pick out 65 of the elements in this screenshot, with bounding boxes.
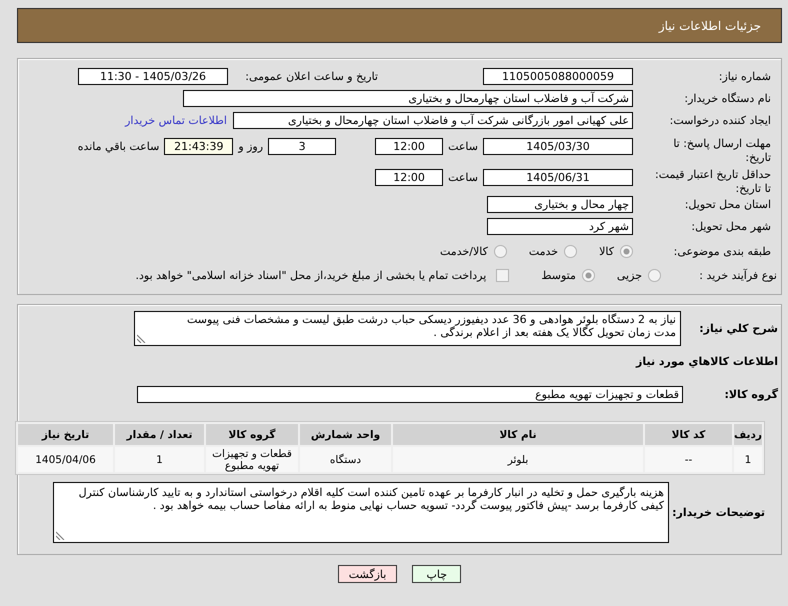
- radio-label: متوسط: [541, 269, 576, 282]
- field-label: گروه كالا:: [723, 388, 778, 401]
- back-button[interactable]: بازگشت: [338, 565, 398, 583]
- field-label: مهلت ارسال پاسخ: تا تاریخ:: [672, 137, 771, 165]
- buyer-contact-link[interactable]: اطلاعات تماس خریدار: [125, 114, 227, 127]
- days-field[interactable]: 3: [268, 138, 336, 155]
- date-field[interactable]: 1405/03/30: [483, 138, 633, 155]
- table-cell: بلوئر: [393, 447, 643, 472]
- buyer-org-field[interactable]: شرکت آب و فاضلاب استان چهارمحال و بختیاری: [183, 90, 633, 107]
- column-header: کد کالا: [645, 424, 732, 445]
- field-label: روز و: [238, 139, 264, 155]
- page-title: جزئیات اطلاعات نیاز: [658, 18, 761, 32]
- field-label: نام دستگاه خریدار:: [683, 91, 771, 106]
- column-header: واحد شمارش: [300, 424, 391, 445]
- radio-label: خدمت: [528, 245, 558, 258]
- table-cell: 1405/04/06: [18, 447, 113, 472]
- resize-grip-icon[interactable]: [56, 531, 65, 540]
- radio-label: کالا: [599, 245, 614, 258]
- resize-grip-icon[interactable]: [137, 334, 146, 343]
- field-label: نوع فرآیند خرید :: [698, 268, 777, 283]
- column-header: نام کالا: [393, 424, 643, 445]
- table-cell: قطعات و تجهیزات تهویه مطبوع: [206, 447, 298, 472]
- field-label: توضیحات خریدار:: [675, 506, 765, 519]
- field-label: شهر محل تحویل:: [690, 219, 771, 234]
- goods-group-field[interactable]: قطعات و تجهیزات تهویه مطبوع: [137, 386, 683, 403]
- date-field[interactable]: 1405/06/31: [483, 169, 633, 186]
- field-label: طبقه بندی موضوعی:: [672, 244, 771, 259]
- remaining-time-field[interactable]: 21:43:39: [164, 138, 234, 155]
- field-label: ساعت: [448, 170, 478, 186]
- field-label: تاریخ و ساعت اعلان عمومی:: [244, 70, 378, 83]
- announce-date-field[interactable]: 1405/03/26 - 11:30: [78, 68, 228, 85]
- checkbox-label: پرداخت تمام یا بخشی از مبلغ خرید،از محل "اسناد خزانه اسلامی" خواهد بود.: [136, 269, 486, 282]
- column-header: گروه کالا: [206, 424, 298, 445]
- requester-field[interactable]: علی کهیانی امور بازرگانی شرکت آب و فاضلاب استان چهارمحال و بختیاری: [233, 112, 633, 129]
- field-label: ساعت باقي مانده: [78, 139, 160, 155]
- radio-button[interactable]: [564, 245, 578, 258]
- field-label: شرح كلي نياز:: [698, 322, 778, 335]
- table-cell: دستگاه: [300, 447, 391, 472]
- time-field[interactable]: 12:00: [375, 138, 444, 155]
- table-cell: 1: [734, 447, 762, 472]
- need-number-field[interactable]: 1105005088000059: [483, 68, 633, 85]
- field-label: ایجاد کننده درخواست:: [668, 113, 771, 128]
- radio-label: کالا/خدمت: [440, 245, 488, 258]
- radio-label: جزیی: [616, 269, 642, 282]
- column-header: ردیف: [734, 424, 762, 445]
- field-label: ساعت: [448, 139, 478, 155]
- column-header: تعداد / مقدار: [115, 424, 204, 445]
- section-title: اطلاعات كالاهاي مورد نياز: [634, 355, 778, 369]
- buyer-notes-textarea[interactable]: هزینه بارگیری حمل و تخلیه در انبار کارفرما بر عهده تامین کننده است کلیه اقلام درخواستی استاندارد و به تایید کارشناسان کنترل کیفی کارفرما برسد -پیش فاکتور پیوست گردد- تسویه حساب نهایی منوط به ارائه مفاصا حساب بیمه خواهد بود .: [53, 482, 669, 543]
- time-field[interactable]: 12:00: [375, 169, 444, 186]
- table-cell: 1: [115, 447, 204, 472]
- province-field[interactable]: چهار محال و بختیاری: [487, 196, 633, 213]
- field-label: استان محل تحویل:: [684, 197, 771, 212]
- radio-button[interactable]: [582, 269, 595, 282]
- radio-button[interactable]: [620, 245, 633, 258]
- radio-button[interactable]: [648, 269, 661, 282]
- column-header: تاریخ نیاز: [18, 424, 113, 445]
- radio-button[interactable]: [494, 245, 507, 258]
- field-label: حداقل تاریخ اعتبار قیمت: تا تاریخ:: [654, 168, 771, 196]
- table-cell: --: [645, 447, 732, 472]
- checkbox[interactable]: [496, 269, 510, 282]
- field-label: شماره نیاز:: [718, 69, 771, 84]
- description-textarea[interactable]: نیاز به 2 دستگاه بلوئر هوادهی و 36 عدد دیفیوزر دیسکی حباب درشت طبق لیست و مشخصات فنی پیوست مدت زمان تحویل کگالا یک هفته بعد از اعلام برندگی .: [134, 311, 681, 346]
- city-field[interactable]: شهر کرد: [487, 218, 633, 235]
- print-button[interactable]: چاپ: [412, 565, 462, 583]
